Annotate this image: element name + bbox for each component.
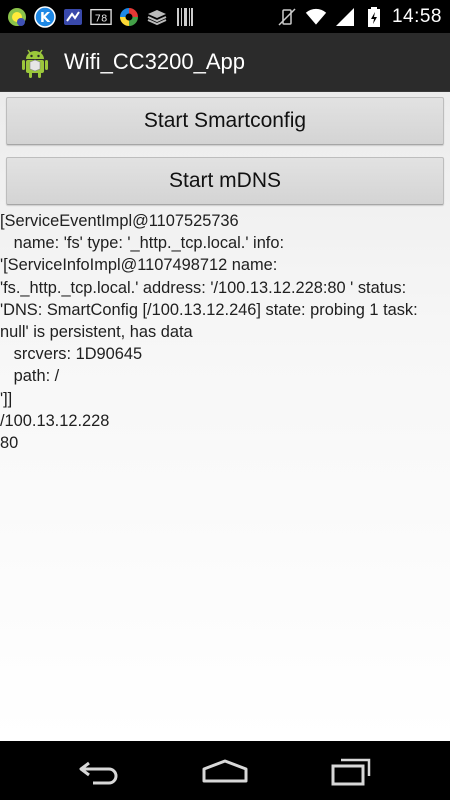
- wifi-icon: [305, 6, 327, 28]
- vibrate-mute-icon: [276, 6, 298, 28]
- svg-text:K: K: [40, 11, 51, 26]
- android-icon[interactable]: [18, 45, 52, 79]
- start-mdns-button[interactable]: Start mDNS: [6, 157, 444, 205]
- barcode-icon: [174, 6, 196, 28]
- navigation-bar: [0, 741, 450, 800]
- app-title: Wifi_CC3200_App: [64, 49, 245, 74]
- mdns-log-text: [ServiceEventImpl@1107525736 name: 'fs' …: [0, 212, 418, 453]
- signal-icon: [334, 6, 356, 28]
- system-indicators[interactable]: 14:58: [276, 5, 442, 29]
- badge-78-icon: 78: [90, 6, 112, 28]
- notification-app-icon: [6, 6, 28, 28]
- action-bar: Wifi_CC3200_App: [0, 33, 450, 92]
- badge-78-text: 78: [95, 14, 108, 25]
- notification-area[interactable]: K 78: [6, 5, 196, 29]
- start-smartconfig-button[interactable]: Start Smartconfig: [6, 97, 444, 145]
- back-icon[interactable]: [70, 753, 130, 789]
- status-bar: K 78 14:58: [0, 0, 450, 33]
- color-app-icon: [118, 6, 140, 28]
- layers-icon: [146, 6, 168, 28]
- battery-icon: [363, 6, 385, 28]
- main-content: Start Smartconfig Start mDNS [ServiceEve…: [0, 92, 450, 741]
- recent-apps-icon[interactable]: [320, 753, 380, 789]
- map-app-icon: [62, 6, 84, 28]
- home-icon[interactable]: [195, 753, 255, 789]
- k-app-icon: K: [34, 6, 56, 28]
- clock: 14:58: [391, 6, 442, 27]
